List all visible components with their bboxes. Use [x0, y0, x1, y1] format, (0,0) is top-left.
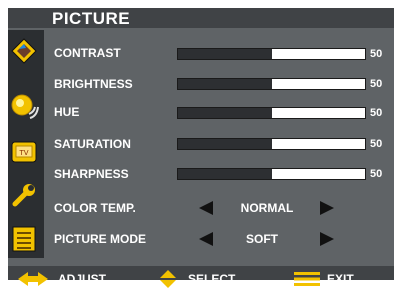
- brightness-label: BRIGHTNESS: [54, 77, 133, 91]
- picture-icon[interactable]: [9, 36, 39, 66]
- picture-mode-label: PICTURE MODE: [54, 232, 147, 246]
- menu-title: PICTURE: [52, 9, 131, 28]
- contrast-slider-fill: [178, 49, 272, 59]
- brightness-value: 50: [370, 78, 383, 90]
- picture-mode-left-arrow-icon[interactable]: [199, 232, 213, 246]
- select-label: SELECT: [188, 272, 236, 286]
- picture-mode-value: SOFT: [246, 232, 278, 246]
- menu-bars-icon: [294, 272, 320, 286]
- sharpness-slider-fill: [178, 169, 272, 179]
- sharpness-slider[interactable]: [177, 168, 366, 180]
- left-right-arrows-icon: [18, 272, 48, 286]
- contrast-value: 50: [370, 48, 383, 60]
- hue-label: HUE: [54, 105, 80, 119]
- svg-text:TV: TV: [18, 149, 28, 157]
- saturation-value: 50: [370, 138, 383, 150]
- brightness-slider[interactable]: [177, 78, 366, 90]
- color-temp-label: COLOR TEMP.: [54, 201, 136, 215]
- sharpness-value: 50: [370, 168, 383, 180]
- color-temp-value: NORMAL: [240, 201, 294, 215]
- color-temp-left-arrow-icon[interactable]: [199, 201, 213, 215]
- picture-mode-right-arrow-icon[interactable]: [320, 232, 334, 246]
- adjust-label: ADJUST: [58, 272, 107, 286]
- color-temp-right-arrow-icon[interactable]: [320, 201, 334, 215]
- hue-slider[interactable]: [177, 107, 366, 119]
- saturation-slider-fill: [178, 139, 272, 149]
- contrast-label: CONTRAST: [54, 46, 121, 60]
- saturation-label: SATURATION: [54, 137, 131, 151]
- options-list-icon[interactable]: [9, 224, 39, 254]
- exit-label: EXIT: [327, 272, 354, 286]
- sharpness-label: SHARPNESS: [54, 167, 129, 181]
- sound-icon[interactable]: [9, 92, 39, 122]
- up-down-arrows-icon: [160, 270, 176, 288]
- hue-value: 50: [370, 107, 383, 119]
- contrast-slider[interactable]: [177, 48, 366, 60]
- hue-slider-fill: [178, 108, 272, 118]
- brightness-slider-fill: [178, 79, 272, 89]
- saturation-slider[interactable]: [177, 138, 366, 150]
- setup-wrench-icon[interactable]: [9, 180, 39, 210]
- tv-icon[interactable]: TV: [9, 137, 39, 167]
